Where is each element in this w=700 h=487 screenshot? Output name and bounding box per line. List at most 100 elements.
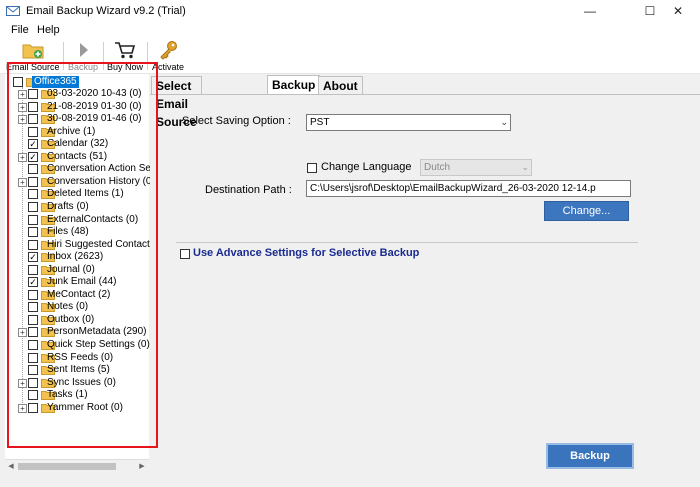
- buy-now-button[interactable]: Buy Now: [105, 38, 145, 74]
- menu-help[interactable]: Help: [37, 24, 60, 36]
- scroll-left-icon[interactable]: ◀: [6, 462, 16, 471]
- tree-item-label: Yammer Root (0): [47, 402, 123, 413]
- tree-item-checkbox[interactable]: [28, 189, 38, 199]
- expand-icon[interactable]: +: [18, 103, 27, 112]
- backup-button[interactable]: Backup: [546, 443, 634, 469]
- saving-option-select[interactable]: PST ⌄: [306, 114, 511, 131]
- advance-settings-checkbox[interactable]: [180, 249, 190, 259]
- window-title: Email Backup Wizard v9.2 (Trial): [26, 5, 186, 17]
- tree-item-label: Journal (0): [47, 264, 95, 275]
- tree-item-checkbox[interactable]: [28, 340, 38, 350]
- tab-select-email-source[interactable]: Select Email Source: [151, 76, 202, 129]
- tree-item-checkbox[interactable]: [28, 127, 38, 137]
- tree-item-checkbox[interactable]: ✓: [28, 139, 38, 149]
- destination-path-input[interactable]: C:\Users\jsrof\Desktop\EmailBackupWizard…: [306, 180, 631, 197]
- expand-icon[interactable]: +: [18, 178, 27, 187]
- activate-button[interactable]: Activate: [150, 38, 186, 74]
- email-source-label: Email Source: [6, 62, 60, 72]
- destination-path-label: Destination Path :: [205, 184, 292, 196]
- menu-bar: File Help: [0, 22, 700, 38]
- language-value: Dutch: [424, 162, 451, 173]
- tree-item-checkbox[interactable]: [28, 378, 38, 388]
- tree-item-checkbox[interactable]: ✓: [28, 277, 38, 287]
- tree-item-label: Notes (0): [47, 301, 89, 312]
- expand-icon[interactable]: +: [18, 153, 27, 162]
- tree-item-label: 03-03-2020 10-43 (0): [47, 88, 142, 99]
- expand-icon[interactable]: +: [18, 328, 27, 337]
- tree-item-label: 21-08-2019 01-30 (0): [47, 101, 142, 112]
- tree-guide-line: [22, 87, 23, 409]
- advance-settings-label: Use Advance Settings for Selective Backu…: [193, 247, 420, 259]
- expand-icon[interactable]: +: [18, 379, 27, 388]
- tree-item-checkbox[interactable]: [28, 353, 38, 363]
- tree-item-checkbox[interactable]: [28, 215, 38, 225]
- expand-icon[interactable]: +: [18, 404, 27, 413]
- tree-item-label: Tasks (1): [47, 389, 88, 400]
- buy-now-label: Buy Now: [106, 62, 143, 72]
- tree-item-checkbox[interactable]: [28, 403, 38, 413]
- expand-icon[interactable]: +: [18, 115, 27, 124]
- toolbar: Email Source Backup Buy Now Activate: [0, 38, 700, 74]
- toolbar-separator: [63, 42, 64, 70]
- tree-item-checkbox[interactable]: [28, 89, 38, 99]
- chevron-down-icon: ⌄: [500, 117, 508, 127]
- menu-file[interactable]: File: [11, 24, 29, 36]
- tree-item-checkbox[interactable]: [28, 365, 38, 375]
- tree-item-label: ExternalContacts (0): [47, 214, 139, 225]
- tab-backup[interactable]: Backup: [267, 75, 321, 94]
- tree-item-checkbox[interactable]: [28, 265, 38, 275]
- tree-item-checkbox[interactable]: [28, 240, 38, 250]
- tree-item-label: Conversation Action Set: [47, 163, 154, 174]
- tree-item-checkbox[interactable]: [28, 290, 38, 300]
- change-path-button[interactable]: Change...: [544, 201, 629, 221]
- change-language-label: Change Language: [321, 161, 412, 173]
- tree-item-label: Contacts (51): [47, 151, 108, 162]
- root-checkbox[interactable]: [13, 77, 23, 87]
- email-source-button[interactable]: Email Source: [6, 38, 60, 74]
- language-select[interactable]: Dutch ⌄: [420, 159, 532, 176]
- tree-item-label: RSS Feeds (0): [47, 352, 114, 363]
- scroll-thumb[interactable]: [18, 463, 116, 470]
- play-icon: [80, 43, 88, 57]
- tree-item-label: Outbox (0): [47, 314, 95, 325]
- expand-icon[interactable]: +: [18, 90, 27, 99]
- key-icon: [160, 41, 177, 60]
- tree-item-label: Inbox (2623): [47, 251, 104, 262]
- tree-item-label: Conversation History (0): [47, 176, 155, 187]
- toolbar-separator: [147, 42, 148, 70]
- tree-item-checkbox[interactable]: [28, 202, 38, 212]
- tab-about[interactable]: About: [318, 76, 363, 94]
- tree-item-checkbox[interactable]: [28, 302, 38, 312]
- toolbar-separator: [103, 42, 104, 70]
- tree-item-checkbox[interactable]: [28, 102, 38, 112]
- tree-item-label: Sent Items (5): [47, 364, 110, 375]
- change-language-checkbox[interactable]: [307, 163, 317, 173]
- tree-item-label: Calendar (32): [47, 138, 109, 149]
- tree-horizontal-scrollbar[interactable]: ◀ ▶: [5, 459, 149, 472]
- app-envelope-icon: [6, 6, 20, 16]
- tree-item-label: Deleted Items (1): [47, 188, 124, 199]
- minimize-button[interactable]: —: [568, 0, 612, 22]
- tree-item-checkbox[interactable]: ✓: [28, 252, 38, 262]
- tree-item-checkbox[interactable]: [28, 114, 38, 124]
- tree-item-label: 30-08-2019 01-46 (0): [47, 113, 142, 124]
- scroll-right-icon[interactable]: ▶: [137, 462, 147, 471]
- tree-item-label: Archive (1): [47, 126, 96, 137]
- title-bar: Email Backup Wizard v9.2 (Trial) — ☐ ✕: [0, 0, 700, 22]
- tree-item-checkbox[interactable]: ✓: [28, 152, 38, 162]
- right-panel: Select Saving Option : PST ⌄ Change Lang…: [150, 74, 700, 487]
- activate-label: Activate: [151, 62, 184, 72]
- tree-item-label: Junk Email (44): [47, 276, 117, 287]
- close-button[interactable]: ✕: [656, 0, 700, 22]
- tree-item-label: Hiri Suggested Contacts: [47, 239, 155, 250]
- tree-item-label: Sync Issues (0): [47, 377, 116, 388]
- tree-item-checkbox[interactable]: [28, 164, 38, 174]
- main-area: Office365 +03-03-2020 10-43 (0) +21-08-20…: [0, 74, 700, 487]
- tree-item-checkbox[interactable]: [28, 327, 38, 337]
- backup-toolbar-button[interactable]: Backup: [66, 38, 100, 74]
- tree-item-checkbox[interactable]: [28, 390, 38, 400]
- tree-item-label: MeContact (2): [47, 289, 111, 300]
- tree-item-checkbox[interactable]: [28, 227, 38, 237]
- tree-item-checkbox[interactable]: [28, 177, 38, 187]
- tree-item-checkbox[interactable]: [28, 315, 38, 325]
